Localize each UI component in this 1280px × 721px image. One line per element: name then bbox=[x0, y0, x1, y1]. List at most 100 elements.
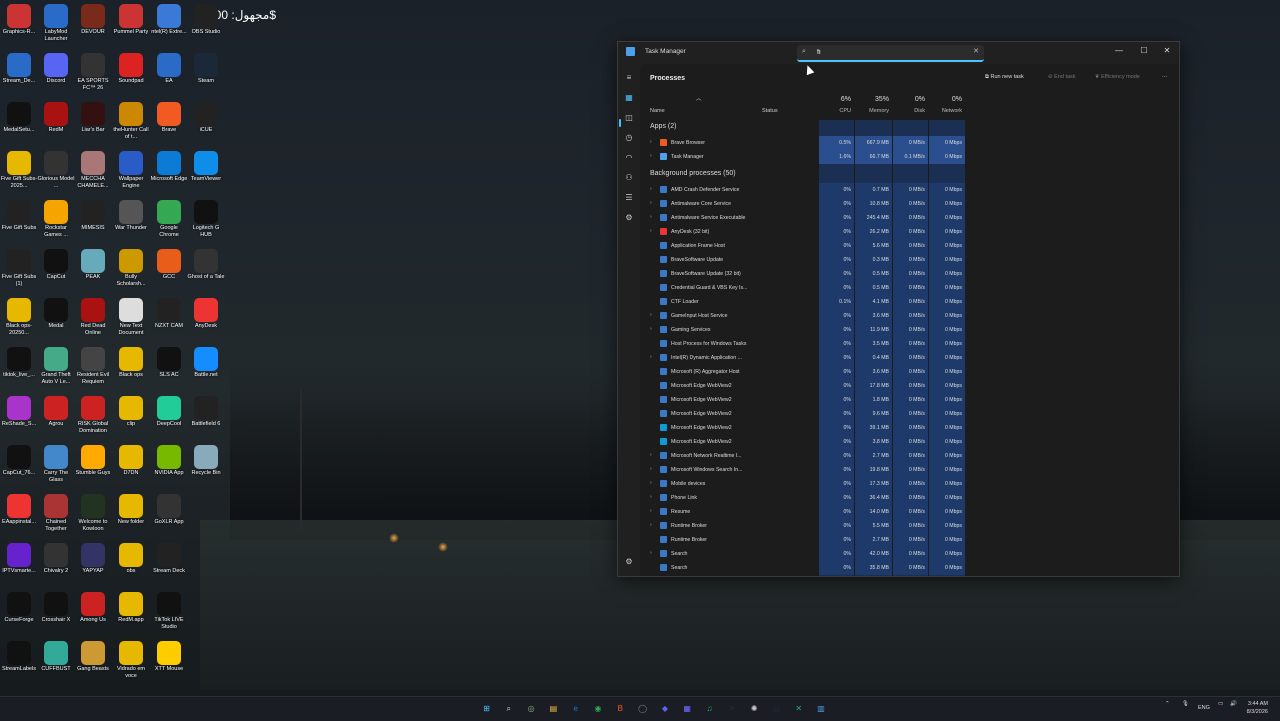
desktop-icon[interactable]: Black ops bbox=[112, 347, 150, 386]
expand-chevron-icon[interactable]: › bbox=[650, 153, 652, 159]
process-row[interactable]: BraveSoftware Update 0% 0.3 MB 0 MB/s 0 Mbps bbox=[640, 253, 1179, 267]
desktop-icon[interactable]: ReShade_S... bbox=[0, 396, 38, 435]
desktop-icon[interactable]: YAPYAP bbox=[74, 543, 112, 582]
desktop-icon[interactable]: tiktok_live_... bbox=[0, 347, 38, 386]
desktop-icon[interactable]: Welcome to Kowloon bbox=[74, 494, 112, 533]
process-row[interactable]: Runtime Broker 0% 2.7 MB 0 MB/s 0 Mbps bbox=[640, 533, 1179, 547]
expand-chevron-icon[interactable]: › bbox=[650, 200, 652, 206]
processes-nav-icon[interactable]: ▦ bbox=[623, 92, 635, 104]
microphone-icon[interactable]: 🎙 bbox=[1182, 701, 1189, 707]
desktop-icon[interactable]: NVIDIA App bbox=[150, 445, 188, 484]
desktop-icon[interactable]: D7DN bbox=[112, 445, 150, 484]
process-row[interactable]: › Phone Link 0% 36.4 MB 0 MB/s 0 Mbps bbox=[640, 491, 1179, 505]
file-explorer-icon[interactable]: ▤ bbox=[547, 702, 560, 715]
desktop-icon[interactable]: Google Chrome bbox=[150, 200, 188, 239]
settings-gear-icon[interactable]: ⚙ bbox=[623, 556, 635, 568]
desktop-icon[interactable]: Logitech G HUB bbox=[187, 200, 225, 239]
process-row[interactable]: › Microsoft Windows Search In... 0% 19.8 MB… bbox=[640, 463, 1179, 477]
desktop-icon[interactable]: Agrou bbox=[37, 396, 75, 435]
process-row[interactable]: Search 0% 35.8 MB 0 MB/s 0 Mbps bbox=[640, 561, 1179, 575]
users-nav-icon[interactable]: ⚇ bbox=[623, 172, 635, 184]
end-task-button[interactable]: ⊘ End task bbox=[1048, 74, 1076, 80]
desktop-icon[interactable]: CUFFBUST bbox=[37, 641, 75, 680]
desktop-icon[interactable]: RISK Global Domination bbox=[74, 396, 112, 435]
desktop-icon[interactable]: GCC bbox=[150, 249, 188, 288]
process-row[interactable]: Host Process for Windows Tasks 0% 3.5 MB 0 … bbox=[640, 337, 1179, 351]
desktop-icon[interactable]: RedM.app bbox=[112, 592, 150, 631]
desktop-icon[interactable]: Steam bbox=[187, 53, 225, 92]
close-button[interactable]: ✕ bbox=[1156, 44, 1178, 58]
app-history-nav-icon[interactable]: ◷ bbox=[623, 132, 635, 144]
process-row[interactable]: › GameInput Host Service 0% 3.6 MB 0 MB/s 0 M… bbox=[640, 309, 1179, 323]
desktop-icon[interactable]: Battlefield 6 bbox=[187, 396, 225, 435]
edge-icon[interactable]: e bbox=[569, 702, 582, 715]
details-nav-icon[interactable]: ☰ bbox=[623, 192, 635, 204]
desktop-icon[interactable]: Five Gift Subs bbox=[0, 200, 38, 239]
desktop-icon[interactable]: Grand Theft Auto V Le... bbox=[37, 347, 75, 386]
desktop-icon[interactable]: Discord bbox=[37, 53, 75, 92]
desktop-icon[interactable]: Red Dead Online bbox=[74, 298, 112, 337]
desktop-icon[interactable]: EAappinstal... bbox=[0, 494, 38, 533]
process-row[interactable]: › Search 0% 42.0 MB 0 MB/s 0 Mbps bbox=[640, 547, 1179, 561]
desktop-icon[interactable]: EA SPORTS FC™ 26 bbox=[74, 53, 112, 92]
process-row[interactable]: › Resume 0% 14.0 MB 0 MB/s 0 Mbps bbox=[640, 505, 1179, 519]
desktop-icon[interactable]: DEVOUR bbox=[74, 4, 112, 43]
nzxt-icon[interactable]: ◯ bbox=[636, 702, 649, 715]
desktop-icon[interactable]: Microsoft Edge bbox=[150, 151, 188, 190]
process-row[interactable]: Application Frame Host 0% 5.6 MB 0 MB/s 0 Mb… bbox=[640, 239, 1179, 253]
run-new-task-button[interactable]: ⧉ Run new task bbox=[985, 74, 1024, 81]
hamburger-menu-icon[interactable]: ≡ bbox=[623, 72, 635, 84]
process-row[interactable]: › AMD Crash Defender Service 0% 0.7 MB 0 MB/… bbox=[640, 183, 1179, 197]
windows-start-icon[interactable]: ⊞ bbox=[480, 702, 493, 715]
desktop-icon[interactable]: Medal bbox=[37, 298, 75, 337]
desktop-icon[interactable]: Rockstar Games ... bbox=[37, 200, 75, 239]
desktop-icon[interactable]: NZXT CAM bbox=[150, 298, 188, 337]
goxlr-icon[interactable]: ✕ bbox=[792, 702, 805, 715]
process-row[interactable]: › Mobile devices 0% 17.3 MB 0 MB/s 0 Mbps bbox=[640, 477, 1179, 491]
clock[interactable]: 3:44 AM 8/3/2026 bbox=[1247, 700, 1268, 716]
desktop-icon[interactable]: MIMESIS bbox=[74, 200, 112, 239]
process-row[interactable]: BraveSoftware Update (32 bit) 0% 0.5 MB 0 M… bbox=[640, 267, 1179, 281]
desktop-icon[interactable]: Crosshair X bbox=[37, 592, 75, 631]
process-row[interactable]: Credential Guard & VBS Key Is... 0% 0.5 MB… bbox=[640, 281, 1179, 295]
expand-chevron-icon[interactable]: › bbox=[650, 480, 652, 486]
search-input[interactable] bbox=[817, 47, 967, 57]
desktop-icon[interactable]: CapCut_76... bbox=[0, 445, 38, 484]
desktop-icon[interactable]: Stream_De... bbox=[0, 53, 38, 92]
desktop-icon[interactable]: GoXLR App bbox=[150, 494, 188, 533]
expand-chevron-icon[interactable]: › bbox=[650, 228, 652, 234]
desktop-icon[interactable]: LabyMod Launcher bbox=[37, 4, 75, 43]
desktop-icon[interactable]: theHunter Call of t... bbox=[112, 102, 150, 141]
streamdeck-icon[interactable]: ▦ bbox=[681, 702, 694, 715]
expand-chevron-icon[interactable]: › bbox=[650, 139, 652, 145]
process-row[interactable]: › Microsoft Network Realtime I... 0% 2.7 MB… bbox=[640, 449, 1179, 463]
desktop-icon[interactable]: Wallpaper Engine bbox=[112, 151, 150, 190]
desktop-icon[interactable]: iCUE bbox=[187, 102, 225, 141]
memory-column-header[interactable]: Memory bbox=[855, 108, 889, 114]
process-row[interactable]: Microsoft Edge WebView2 0% 39.1 MB 0 MB/s 0 … bbox=[640, 421, 1179, 435]
desktop-icon[interactable]: PEAK bbox=[74, 249, 112, 288]
desktop-icon[interactable]: EA bbox=[150, 53, 188, 92]
clear-search-icon[interactable]: ✕ bbox=[973, 47, 979, 55]
search-icon[interactable]: ⌕ bbox=[502, 702, 515, 715]
process-row[interactable]: CTF Loader 0.1% 4.1 MB 0 MB/s 0 Mbps bbox=[640, 295, 1179, 309]
efficiency-mode-button[interactable]: ❦ Efficiency mode bbox=[1095, 74, 1140, 80]
steam-icon[interactable]: ◍ bbox=[770, 702, 783, 715]
desktop-icon[interactable]: TeamViewer bbox=[187, 151, 225, 190]
desktop-icon[interactable]: CurseForge bbox=[0, 592, 38, 631]
title-bar[interactable]: Task Manager ⌕ ✕ — ☐ ✕ bbox=[618, 42, 1179, 64]
process-row[interactable]: › Antimalware Service Executable 0% 245.4 M… bbox=[640, 211, 1179, 225]
desktop-icon[interactable]: MedalSetu... bbox=[0, 102, 38, 141]
process-row[interactable]: Microsoft Edge WebView2 0% 17.8 MB 0 MB/s 0 … bbox=[640, 379, 1179, 393]
task-manager-icon[interactable]: ▥ bbox=[815, 702, 828, 715]
process-row[interactable]: › Runtime Broker 0% 5.5 MB 0 MB/s 0 Mbps bbox=[640, 519, 1179, 533]
desktop-icon[interactable]: Resident Evil Requiem bbox=[74, 347, 112, 386]
desktop-icon[interactable]: RedM bbox=[37, 102, 75, 141]
desktop-icon[interactable]: Vidrado em voce bbox=[112, 641, 150, 680]
minimize-button[interactable]: — bbox=[1108, 44, 1130, 58]
desktop-icon[interactable]: XTT Mouse bbox=[150, 641, 188, 680]
expand-chevron-icon[interactable]: › bbox=[650, 550, 652, 556]
desktop-icon[interactable]: TikTok LIVE Studio bbox=[150, 592, 188, 631]
desktop-icon[interactable]: Recycle Bin bbox=[187, 445, 225, 484]
desktop-icon[interactable]: CapCut bbox=[37, 249, 75, 288]
